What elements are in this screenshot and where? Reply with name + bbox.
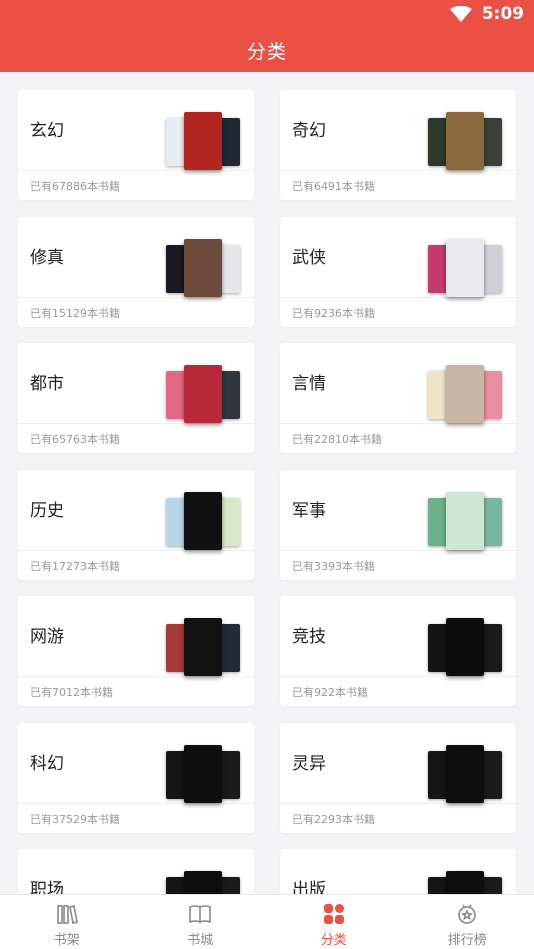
category-card[interactable]: 竞技 已有922本书籍 — [280, 596, 516, 706]
divider — [18, 170, 254, 171]
divider — [280, 170, 516, 171]
book-count: 已有15129本书籍 — [30, 307, 120, 320]
book-cover — [184, 871, 222, 894]
book-cover — [446, 239, 484, 297]
cover-stack — [166, 492, 242, 552]
divider — [280, 803, 516, 804]
divider — [18, 297, 254, 298]
wifi-icon — [449, 6, 472, 22]
book-cover — [184, 492, 222, 550]
category-name: 出版 — [292, 880, 326, 894]
category-name: 竞技 — [292, 627, 326, 647]
category-card[interactable]: 都市 已有65763本书籍 — [18, 343, 254, 453]
book-cover — [446, 492, 484, 550]
tab-category[interactable]: 分类 — [267, 895, 401, 949]
category-name: 科幻 — [30, 754, 64, 774]
category-card[interactable]: 网游 已有7012本书籍 — [18, 596, 254, 706]
category-card[interactable]: 灵异 已有2293本书籍 — [280, 723, 516, 833]
divider — [18, 423, 254, 424]
ranking-medal-icon — [458, 904, 477, 924]
book-cover — [446, 112, 484, 170]
cover-stack — [428, 365, 504, 425]
tab-bookstore[interactable]: 书城 — [134, 895, 268, 949]
category-card[interactable]: 职场 — [18, 849, 254, 894]
book-count: 已有37529本书籍 — [30, 813, 120, 826]
book-cover — [184, 618, 222, 676]
divider — [280, 297, 516, 298]
book-cover — [446, 745, 484, 803]
divider — [18, 550, 254, 551]
category-icon — [323, 904, 344, 924]
category-name: 军事 — [292, 501, 326, 521]
divider — [18, 803, 254, 804]
cover-stack — [428, 871, 504, 894]
category-card[interactable]: 军事 已有3393本书籍 — [280, 470, 516, 580]
category-name: 言情 — [292, 374, 326, 394]
book-cover — [446, 618, 484, 676]
book-count: 已有922本书籍 — [292, 686, 368, 699]
status-time: 5:09 — [481, 4, 524, 24]
category-name: 武侠 — [292, 248, 326, 268]
cover-stack — [428, 239, 504, 299]
category-card[interactable]: 出版 — [280, 849, 516, 894]
tab-label: 书城 — [187, 933, 214, 948]
category-card[interactable]: 武侠 已有9236本书籍 — [280, 217, 516, 327]
cover-stack — [166, 871, 242, 894]
book-cover — [184, 239, 222, 297]
category-card[interactable]: 历史 已有17273本书籍 — [18, 470, 254, 580]
cover-stack — [428, 618, 504, 678]
divider — [18, 676, 254, 677]
page-title: 分类 — [246, 41, 287, 63]
category-grid: 玄幻 已有67886本书籍 奇幻 已有6491本书籍 修真 已有15129本书籍… — [0, 72, 534, 894]
book-count: 已有2293本书籍 — [292, 813, 375, 826]
category-name: 职场 — [30, 880, 64, 894]
bookshelf-icon — [56, 905, 78, 924]
category-name: 修真 — [30, 248, 64, 268]
tab-bookshelf[interactable]: 书架 — [0, 895, 134, 949]
book-count: 已有17273本书籍 — [30, 560, 120, 573]
book-count: 已有9236本书籍 — [292, 307, 375, 320]
cover-stack — [428, 492, 504, 552]
category-card[interactable]: 奇幻 已有6491本书籍 — [280, 90, 516, 200]
tab-label: 分类 — [320, 933, 347, 948]
category-card[interactable]: 言情 已有22810本书籍 — [280, 343, 516, 453]
app-header: 5:09 分类 — [0, 0, 534, 72]
status-bar: 5:09 — [449, 4, 524, 24]
category-name: 历史 — [30, 501, 64, 521]
cover-stack — [428, 745, 504, 805]
book-count: 已有65763本书籍 — [30, 433, 120, 446]
divider — [280, 550, 516, 551]
divider — [280, 676, 516, 677]
book-count: 已有6491本书籍 — [292, 180, 375, 193]
book-cover — [184, 365, 222, 423]
bottom-tab-bar: 书架 书城 分类 排行榜 — [0, 894, 534, 949]
divider — [280, 423, 516, 424]
category-card[interactable]: 科幻 已有37529本书籍 — [18, 723, 254, 833]
tab-ranking[interactable]: 排行榜 — [401, 895, 534, 949]
category-name: 玄幻 — [30, 121, 64, 141]
book-cover — [184, 745, 222, 803]
category-name: 都市 — [30, 374, 64, 394]
cover-stack — [166, 745, 242, 805]
book-count: 已有22810本书籍 — [292, 433, 382, 446]
cover-stack — [166, 239, 242, 299]
category-name: 奇幻 — [292, 121, 326, 141]
category-name: 灵异 — [292, 754, 326, 774]
cover-stack — [166, 365, 242, 425]
category-card[interactable]: 修真 已有15129本书籍 — [18, 217, 254, 327]
cover-stack — [166, 112, 242, 172]
tab-label: 书架 — [53, 933, 80, 948]
book-count: 已有67886本书籍 — [30, 180, 120, 193]
book-count: 已有3393本书籍 — [292, 560, 375, 573]
category-card[interactable]: 玄幻 已有67886本书籍 — [18, 90, 254, 200]
book-cover — [184, 112, 222, 170]
tab-label: 排行榜 — [447, 933, 487, 948]
category-name: 网游 — [30, 627, 64, 647]
book-cover — [446, 871, 484, 894]
cover-stack — [166, 618, 242, 678]
cover-stack — [428, 112, 504, 172]
book-count: 已有7012本书籍 — [30, 686, 113, 699]
open-book-icon — [189, 905, 212, 924]
book-cover — [446, 365, 484, 423]
